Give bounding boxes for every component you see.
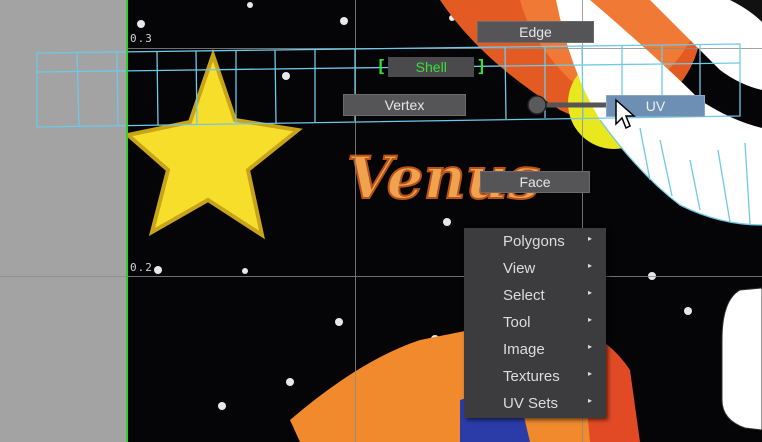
menu-item-textures[interactable]: Textures ▸	[464, 363, 606, 390]
menu-item-label: View	[503, 260, 536, 277]
context-menu: Polygons ▸ View ▸ Select ▸ Tool ▸ Image ▸ Tex…	[464, 228, 606, 418]
menu-item-label: Select	[503, 287, 545, 304]
shell-bracket-left: [	[376, 57, 387, 77]
submenu-arrow-icon: ▸	[587, 342, 592, 351]
menu-item-label: Polygons	[503, 233, 565, 250]
shell-button[interactable]: Shell	[388, 57, 475, 77]
submenu-arrow-icon: ▸	[587, 261, 592, 270]
submenu-arrow-icon: ▸	[587, 369, 592, 378]
submenu-arrow-icon: ▸	[587, 288, 592, 297]
menu-item-view[interactable]: View ▸	[464, 255, 606, 282]
edge-button[interactable]: Edge	[477, 21, 594, 43]
menu-item-uv-sets[interactable]: UV Sets ▸	[464, 390, 606, 417]
vertex-button[interactable]: Vertex	[343, 94, 466, 116]
menu-item-label: Image	[503, 341, 545, 358]
submenu-arrow-icon: ▸	[587, 234, 592, 243]
submenu-arrow-icon: ▸	[587, 396, 592, 405]
uv-editor-viewport[interactable]: Venus 0.3 0.2 Edge [Shell] Vertex UV F…	[0, 0, 762, 442]
menu-item-label: UV Sets	[503, 395, 559, 412]
axis-label-mid: 0.2	[130, 261, 153, 274]
menu-item-label: Tool	[503, 314, 531, 331]
shell-bracket-right: ]	[476, 57, 487, 77]
uv-border-line	[126, 0, 128, 442]
shell-option[interactable]: [ Shell ]	[376, 57, 487, 77]
axis-label-top: 0.3	[130, 32, 153, 45]
menu-item-polygons[interactable]: Polygons ▸	[464, 228, 606, 255]
mouse-cursor-icon	[615, 98, 636, 130]
menu-item-image[interactable]: Image ▸	[464, 336, 606, 363]
submenu-arrow-icon: ▸	[587, 315, 592, 324]
face-button[interactable]: Face	[480, 171, 590, 193]
menu-item-tool[interactable]: Tool ▸	[464, 309, 606, 336]
menu-item-select[interactable]: Select ▸	[464, 282, 606, 309]
menu-item-label: Textures	[503, 368, 560, 385]
